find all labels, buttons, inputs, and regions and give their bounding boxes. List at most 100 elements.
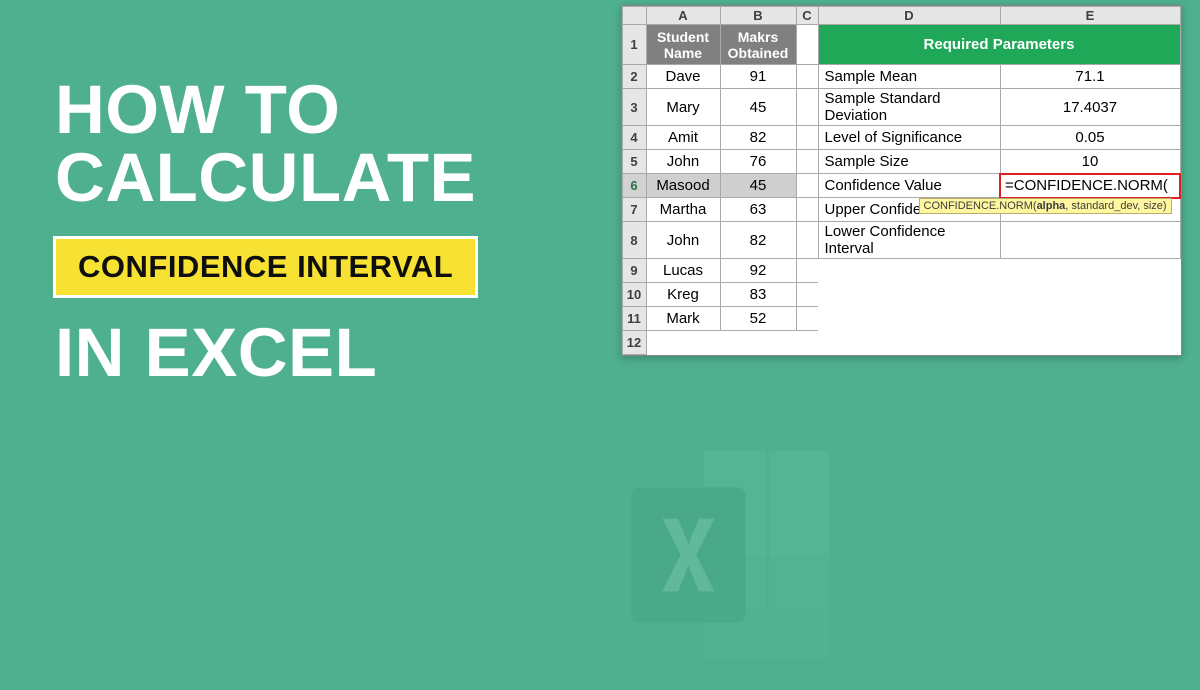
spreadsheet-table[interactable]: A B C D E 1 Student Name Makrs Obtained … (622, 6, 1182, 355)
cell[interactable] (1000, 283, 1180, 307)
cell[interactable] (796, 331, 818, 355)
cell[interactable]: Sample Standard Deviation (818, 89, 1000, 126)
cell[interactable]: Martha (646, 198, 720, 222)
select-all-corner[interactable] (622, 7, 646, 25)
row-header[interactable]: 11 (622, 307, 646, 331)
cell[interactable] (796, 174, 818, 198)
table-row: 1 Student Name Makrs Obtained Required P… (622, 25, 1180, 65)
cell[interactable]: John (646, 150, 720, 174)
cell[interactable]: Lucas (646, 259, 720, 283)
cell[interactable]: Sample Mean (818, 65, 1000, 89)
cell[interactable]: Masood (646, 174, 720, 198)
cell[interactable] (796, 126, 818, 150)
cell[interactable]: 45 (720, 174, 796, 198)
cell[interactable] (818, 259, 1000, 283)
cell[interactable]: Sample Size (818, 150, 1000, 174)
cell[interactable] (796, 222, 818, 259)
row-header[interactable]: 3 (622, 89, 646, 126)
formula-cell[interactable]: =CONFIDENCE.NORM( (1000, 174, 1180, 198)
spreadsheet-panel: A B C D E 1 Student Name Makrs Obtained … (621, 5, 1183, 356)
cell[interactable] (720, 331, 796, 355)
table-row: 3 Mary 45 Sample Standard Deviation 17.4… (622, 89, 1180, 126)
formula-tooltip: CONFIDENCE.NORM(alpha, standard_dev, siz… (919, 198, 1172, 214)
excel-logo-icon (600, 425, 860, 690)
row-header[interactable]: 10 (622, 283, 646, 307)
column-header-row: A B C D E (622, 7, 1180, 25)
row-header[interactable]: 12 (622, 331, 646, 355)
cell[interactable]: Level of Significance (818, 126, 1000, 150)
cell[interactable] (796, 307, 818, 331)
row-header[interactable]: 1 (622, 25, 646, 65)
table-row: 9 Lucas 92 (622, 259, 1180, 283)
cell[interactable]: 76 (720, 150, 796, 174)
title-line-3: IN EXCEL (55, 318, 478, 388)
cell[interactable] (1000, 307, 1180, 331)
cell[interactable]: Amit (646, 126, 720, 150)
cell[interactable] (796, 283, 818, 307)
tooltip-func: CONFIDENCE.NORM( (924, 200, 1037, 212)
cell[interactable] (796, 89, 818, 126)
row-header[interactable]: 7 (622, 198, 646, 222)
tooltip-rest: , standard_dev, size) (1065, 200, 1166, 212)
cell[interactable]: 91 (720, 65, 796, 89)
table-row: 2 Dave 91 Sample Mean 71.1 (622, 65, 1180, 89)
cell-d1-e1[interactable]: Required Parameters (818, 25, 1180, 65)
cell[interactable]: 63 (720, 198, 796, 222)
row-header[interactable]: 2 (622, 65, 646, 89)
cell-c1[interactable] (796, 25, 818, 65)
col-header-c[interactable]: C (796, 7, 818, 25)
table-row: 11 Mark 52 (622, 307, 1180, 331)
cell[interactable]: John (646, 222, 720, 259)
cell[interactable] (646, 331, 720, 355)
row-header[interactable]: 4 (622, 126, 646, 150)
title-block: HOW TO CALCULATE CONFIDENCE INTERVAL IN … (55, 75, 478, 388)
cell[interactable]: 92 (720, 259, 796, 283)
cell[interactable]: 0.05 (1000, 126, 1180, 150)
cell[interactable]: 83 (720, 283, 796, 307)
cell[interactable]: Mark (646, 307, 720, 331)
table-row: 10 Kreg 83 (622, 283, 1180, 307)
row-header[interactable]: 9 (622, 259, 646, 283)
cell[interactable]: Mary (646, 89, 720, 126)
cell[interactable]: 52 (720, 307, 796, 331)
row-header[interactable]: 5 (622, 150, 646, 174)
table-row: 5 John 76 Sample Size 10 (622, 150, 1180, 174)
row-header[interactable]: 8 (622, 222, 646, 259)
tooltip-arg1: alpha (1037, 200, 1066, 212)
cell[interactable]: Lower Confidence Interval (818, 222, 1000, 259)
cell[interactable] (818, 307, 1000, 331)
cell[interactable]: Dave (646, 65, 720, 89)
cell-b1[interactable]: Makrs Obtained (720, 25, 796, 65)
table-row: 7 Martha 63 Upper Confiden CONFIDENCE.NO… (622, 198, 1180, 222)
cell[interactable]: Upper Confiden CONFIDENCE.NORM(alpha, st… (818, 198, 1000, 222)
cell[interactable] (796, 259, 818, 283)
cell[interactable] (796, 65, 818, 89)
cell[interactable] (818, 331, 1000, 355)
cell[interactable]: 71.1 (1000, 65, 1180, 89)
cell[interactable] (1000, 331, 1180, 355)
cell[interactable] (796, 198, 818, 222)
cell[interactable]: 45 (720, 89, 796, 126)
cell[interactable]: 82 (720, 126, 796, 150)
title-line-2: CALCULATE (55, 143, 478, 213)
cell[interactable]: 82 (720, 222, 796, 259)
cell[interactable]: Kreg (646, 283, 720, 307)
cell[interactable] (796, 150, 818, 174)
col-header-d[interactable]: D (818, 7, 1000, 25)
col-header-b[interactable]: B (720, 7, 796, 25)
cell[interactable] (1000, 222, 1180, 259)
cell-a1[interactable]: Student Name (646, 25, 720, 65)
cell[interactable]: 10 (1000, 150, 1180, 174)
col-header-a[interactable]: A (646, 7, 720, 25)
table-row: 8 John 82 Lower Confidence Interval (622, 222, 1180, 259)
formula-text: =CONFIDENCE.NORM( (1005, 177, 1168, 194)
col-header-e[interactable]: E (1000, 7, 1180, 25)
row-header-selected[interactable]: 6 (622, 174, 646, 198)
table-row: 6 Masood 45 Confidence Value =CONFIDENCE… (622, 174, 1180, 198)
table-row: 4 Amit 82 Level of Significance 0.05 (622, 126, 1180, 150)
cell[interactable] (818, 283, 1000, 307)
cell[interactable] (1000, 259, 1180, 283)
title-highlight: CONFIDENCE INTERVAL (53, 236, 478, 298)
cell[interactable]: Confidence Value (818, 174, 1000, 198)
cell[interactable]: 17.4037 (1000, 89, 1180, 126)
